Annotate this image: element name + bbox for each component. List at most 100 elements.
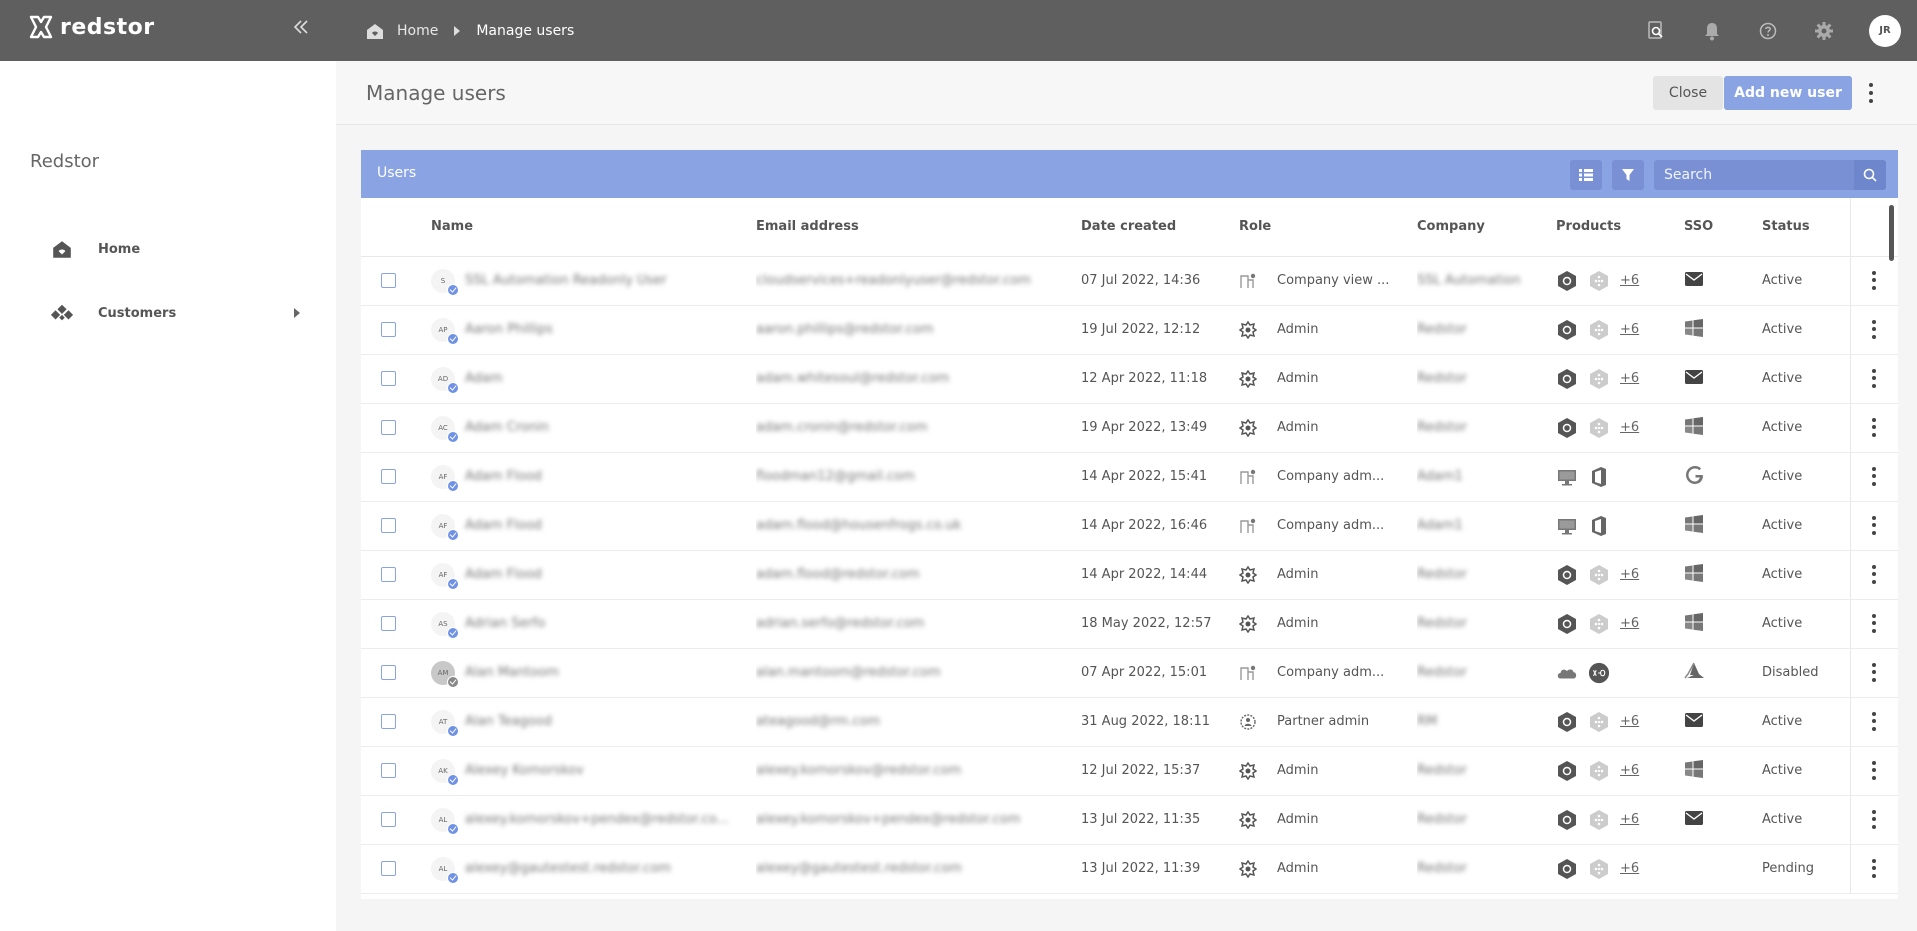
column-header-role[interactable]: Role bbox=[1239, 198, 1417, 257]
sidebar: Redstor Home Customers bbox=[0, 61, 336, 931]
row-actions-icon[interactable] bbox=[1867, 368, 1881, 390]
user-name[interactable]: Adam Flood bbox=[465, 469, 542, 484]
row-actions-icon[interactable] bbox=[1867, 662, 1881, 684]
row-checkbox[interactable] bbox=[381, 763, 396, 778]
more-products-link[interactable]: +6 bbox=[1620, 812, 1639, 827]
search-icon[interactable] bbox=[1854, 160, 1886, 190]
user-name[interactable]: alexey@gautestest.redstor.com bbox=[465, 861, 671, 876]
more-products-link[interactable]: +6 bbox=[1620, 371, 1639, 386]
sidebar-item-home[interactable]: Home bbox=[50, 234, 300, 264]
table-row[interactable]: AT Alan Teagood ateagood@rm.com 31 Aug 2… bbox=[361, 697, 1898, 747]
row-actions-icon[interactable] bbox=[1867, 711, 1881, 733]
row-checkbox[interactable] bbox=[381, 322, 396, 337]
more-products-link[interactable]: +6 bbox=[1620, 420, 1639, 435]
user-avatar[interactable]: JR bbox=[1869, 14, 1901, 47]
more-products-link[interactable]: +6 bbox=[1620, 273, 1639, 288]
table-row[interactable]: AF Adam Flood adam.flood@housenfrogs.co.… bbox=[361, 501, 1898, 551]
row-checkbox[interactable] bbox=[381, 567, 396, 582]
product-backup-icon bbox=[1558, 760, 1576, 781]
user-email: aaron.phillips@redstor.com bbox=[756, 322, 934, 337]
vertical-scrollbar[interactable] bbox=[1889, 205, 1894, 261]
row-actions-icon[interactable] bbox=[1867, 466, 1881, 488]
table-row[interactable]: AC Adam Cronin adam.cronin@redstor.com 1… bbox=[361, 403, 1898, 453]
user-name[interactable]: Adam Cronin bbox=[465, 420, 549, 435]
row-actions-icon[interactable] bbox=[1867, 564, 1881, 586]
user-role: Admin bbox=[1277, 567, 1319, 582]
search-logs-icon[interactable] bbox=[1645, 20, 1667, 42]
column-header-email[interactable]: Email address bbox=[756, 198, 1081, 257]
user-name[interactable]: SSL Automation Readonly User bbox=[465, 273, 667, 288]
user-name[interactable]: Adam bbox=[465, 371, 503, 386]
table-row[interactable]: AD Adam adam.whitesoul@redstor.com 12 Ap… bbox=[361, 354, 1898, 404]
table-row[interactable]: AK Alexey Komorskov alexey.komorskov@red… bbox=[361, 746, 1898, 796]
column-header-date-created[interactable]: Date created bbox=[1081, 198, 1239, 257]
date-created: 19 Apr 2022, 13:49 bbox=[1081, 420, 1208, 435]
filter-icon[interactable] bbox=[1612, 160, 1644, 190]
row-checkbox[interactable] bbox=[381, 371, 396, 386]
column-header-status[interactable]: Status bbox=[1762, 198, 1850, 257]
search-input[interactable] bbox=[1654, 160, 1854, 190]
row-actions-icon[interactable] bbox=[1867, 270, 1881, 292]
gear-icon[interactable] bbox=[1813, 20, 1835, 42]
add-new-user-button[interactable]: Add new user bbox=[1724, 76, 1852, 110]
row-checkbox[interactable] bbox=[381, 616, 396, 631]
help-icon[interactable] bbox=[1757, 20, 1779, 42]
row-checkbox[interactable] bbox=[381, 518, 396, 533]
row-actions-icon[interactable] bbox=[1867, 760, 1881, 782]
more-products-link[interactable]: +6 bbox=[1620, 567, 1639, 582]
row-actions-icon[interactable] bbox=[1867, 613, 1881, 635]
more-options-icon[interactable] bbox=[1864, 81, 1878, 105]
user-name[interactable]: Aaron Phillips bbox=[465, 322, 553, 337]
user-avatar: AS bbox=[431, 611, 459, 639]
more-products-link[interactable]: +6 bbox=[1620, 714, 1639, 729]
table-row[interactable]: AL alexey@gautestest.redstor.com alexey@… bbox=[361, 844, 1898, 894]
row-actions-icon[interactable] bbox=[1867, 809, 1881, 831]
row-checkbox[interactable] bbox=[381, 665, 396, 680]
table-row[interactable]: AL alexey.komorskov+pendex@redstor.co...… bbox=[361, 795, 1898, 845]
column-header-name[interactable]: Name bbox=[431, 198, 756, 257]
table-row[interactable]: AM Alan Mantoom alan.mantoom@redstor.com… bbox=[361, 648, 1898, 698]
row-checkbox[interactable] bbox=[381, 273, 396, 288]
table-row[interactable]: AF Adam Flood floodman12@gmail.com 14 Ap… bbox=[361, 452, 1898, 502]
table-row[interactable]: AF Adam Flood adam.flood@redstor.com 14 … bbox=[361, 550, 1898, 600]
collapse-sidebar-icon[interactable] bbox=[290, 18, 312, 42]
more-products-link[interactable]: +6 bbox=[1620, 322, 1639, 337]
row-actions-icon[interactable] bbox=[1867, 858, 1881, 880]
row-actions-icon[interactable] bbox=[1867, 417, 1881, 439]
close-button[interactable]: Close bbox=[1653, 76, 1723, 110]
product-recovery-icon bbox=[1590, 858, 1608, 879]
redstor-logo[interactable]: redstor bbox=[28, 14, 155, 40]
date-created: 07 Jul 2022, 14:36 bbox=[1081, 273, 1201, 288]
column-header-products[interactable]: Products bbox=[1556, 198, 1684, 257]
user-name[interactable]: Adam Flood bbox=[465, 567, 542, 582]
user-name[interactable]: Alexey Komorskov bbox=[465, 763, 584, 778]
list-view-icon[interactable] bbox=[1570, 160, 1602, 190]
user-avatar: AP bbox=[431, 317, 459, 345]
breadcrumb-home[interactable]: Home bbox=[397, 23, 438, 39]
row-actions-icon[interactable] bbox=[1867, 319, 1881, 341]
column-header-company[interactable]: Company bbox=[1417, 198, 1556, 257]
row-checkbox[interactable] bbox=[381, 469, 396, 484]
user-name[interactable]: alexey.komorskov+pendex@redstor.co... bbox=[465, 812, 729, 827]
row-checkbox[interactable] bbox=[381, 812, 396, 827]
breadcrumb: Home Manage users bbox=[365, 0, 574, 61]
row-checkbox[interactable] bbox=[381, 420, 396, 435]
row-actions-icon[interactable] bbox=[1867, 515, 1881, 537]
user-name[interactable]: Adrian Serfo bbox=[465, 616, 545, 631]
more-products-link[interactable]: +6 bbox=[1620, 616, 1639, 631]
more-products-link[interactable]: +6 bbox=[1620, 861, 1639, 876]
home-icon[interactable] bbox=[365, 22, 385, 40]
expand-arrow-icon[interactable] bbox=[294, 308, 300, 318]
table-row[interactable]: S SSL Automation Readonly User cloudserv… bbox=[361, 256, 1898, 306]
more-products-link[interactable]: +6 bbox=[1620, 763, 1639, 778]
user-name[interactable]: Alan Teagood bbox=[465, 714, 552, 729]
table-row[interactable]: AS Adrian Serfo adrian.serfo@redstor.com… bbox=[361, 599, 1898, 649]
table-row[interactable]: AP Aaron Phillips aaron.phillips@redstor… bbox=[361, 305, 1898, 355]
sidebar-item-customers[interactable]: Customers bbox=[50, 298, 300, 328]
row-checkbox[interactable] bbox=[381, 714, 396, 729]
row-checkbox[interactable] bbox=[381, 861, 396, 876]
column-header-sso[interactable]: SSO bbox=[1684, 198, 1762, 257]
user-name[interactable]: Alan Mantoom bbox=[465, 665, 559, 680]
bell-icon[interactable] bbox=[1701, 20, 1723, 42]
user-name[interactable]: Adam Flood bbox=[465, 518, 542, 533]
